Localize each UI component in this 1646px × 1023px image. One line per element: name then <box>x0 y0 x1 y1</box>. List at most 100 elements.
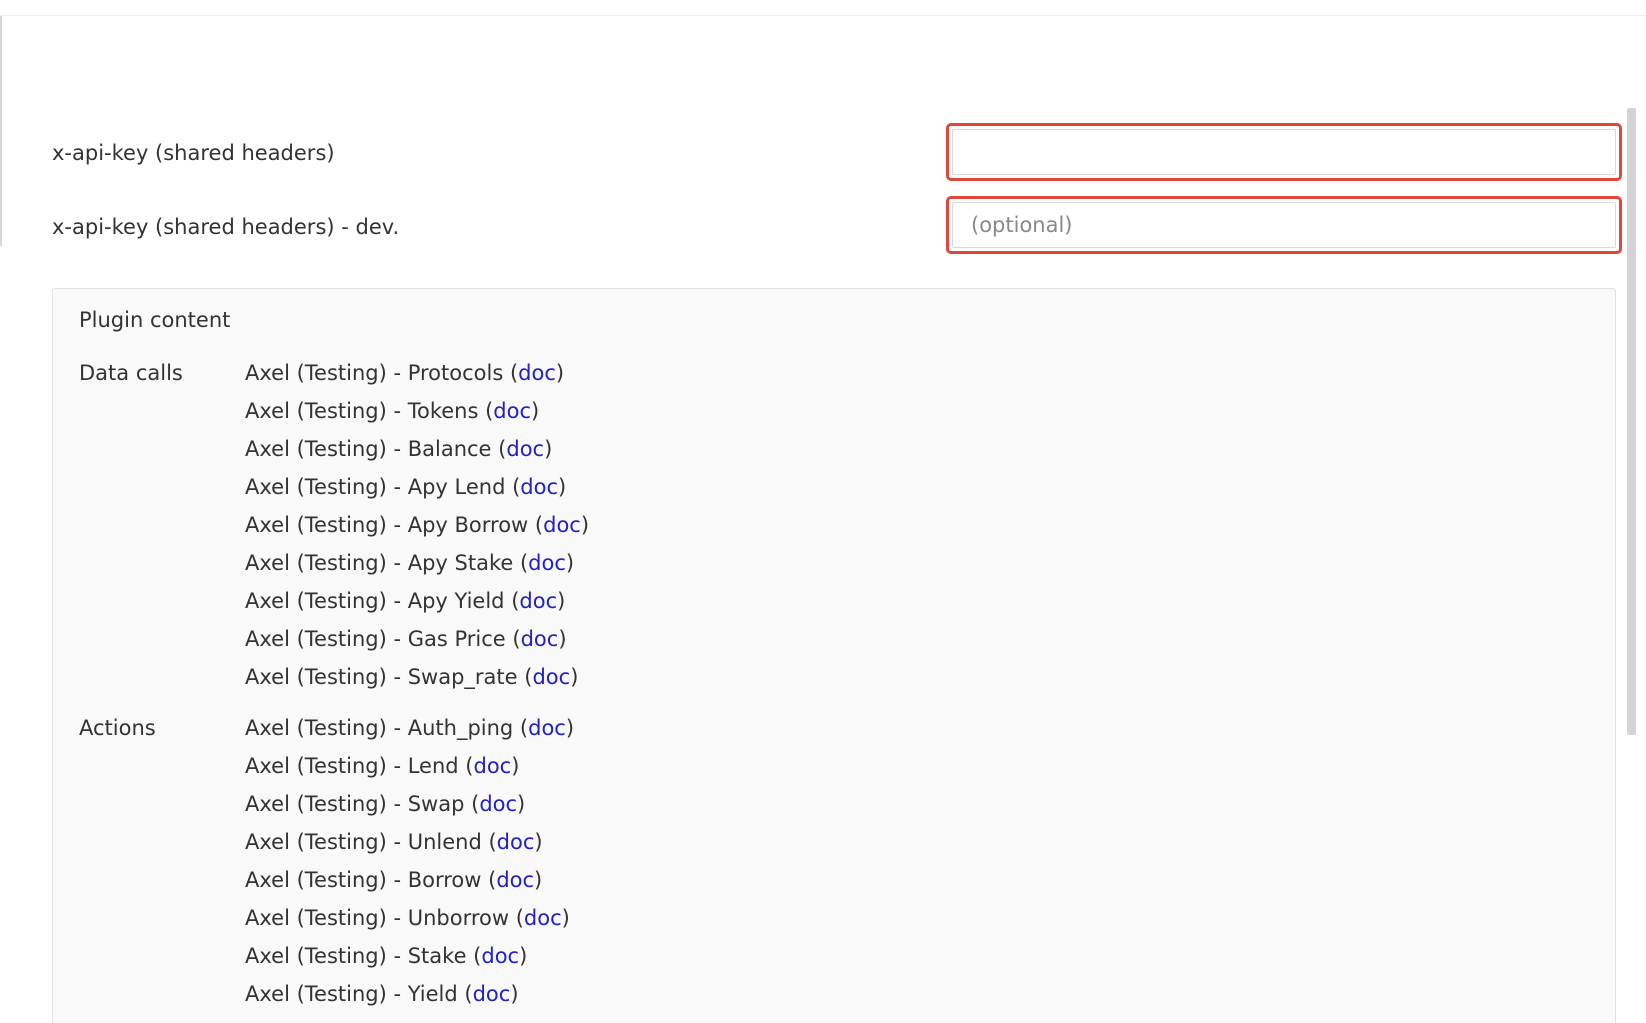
list-item-name: Axel (Testing) - Apy Stake <box>245 551 514 575</box>
paren-open: ( <box>503 361 519 385</box>
paren-open: ( <box>504 589 520 613</box>
paren-close: ) <box>557 589 566 613</box>
doc-link[interactable]: doc <box>497 830 535 854</box>
paren-open: ( <box>528 513 544 537</box>
doc-link[interactable]: doc <box>496 868 534 892</box>
left-divider <box>0 16 2 246</box>
paren-open: ( <box>464 792 480 816</box>
list-item-name: Axel (Testing) - Protocols <box>245 361 504 385</box>
paren-open: ( <box>466 944 482 968</box>
list-item-name: Axel (Testing) - Apy Borrow <box>245 513 529 537</box>
doc-link[interactable]: doc <box>528 551 566 575</box>
paren-close: ) <box>510 982 519 1006</box>
doc-link[interactable]: doc <box>518 361 556 385</box>
list-item: Axel (Testing) - Gas Price (doc) <box>245 620 589 658</box>
list-item-name: Axel (Testing) - Borrow <box>245 868 482 892</box>
paren-close: ) <box>555 361 565 385</box>
paren-close: ) <box>570 665 579 689</box>
paren-open: ( <box>457 982 473 1006</box>
paren-close: ) <box>544 437 553 461</box>
paren-open: ( <box>513 716 529 740</box>
plugin-settings-page: x-api-key (shared headers) x-api-key (sh… <box>0 0 1646 1023</box>
paren-open: ( <box>478 399 494 423</box>
api-key-label: x-api-key (shared headers) <box>52 141 335 165</box>
list-item: Axel (Testing) - Auth_ping (doc) <box>245 709 574 747</box>
list-item-name: Axel (Testing) - Swap_rate <box>245 665 518 689</box>
doc-link[interactable]: doc <box>506 437 544 461</box>
doc-link[interactable]: doc <box>520 475 558 499</box>
doc-link[interactable]: doc <box>543 513 581 537</box>
paren-close: ) <box>558 627 567 651</box>
doc-link[interactable]: doc <box>519 589 557 613</box>
paren-open: ( <box>517 665 533 689</box>
paren-close: ) <box>534 830 543 854</box>
paren-close: ) <box>511 754 520 778</box>
list-item-name: Axel (Testing) - Apy Yield <box>245 589 505 613</box>
api-key-dev-label: x-api-key (shared headers) - dev. <box>52 215 400 239</box>
list-item: Axel (Testing) - Swap_rate (doc) <box>245 658 589 696</box>
paren-open: ( <box>509 906 524 930</box>
actions-label: Actions <box>79 716 156 740</box>
doc-link[interactable]: doc <box>481 944 519 968</box>
data-calls-list: Axel (Testing) - Protocols (doc) Axel (Te… <box>245 354 589 696</box>
list-item: Axel (Testing) - Apy Lend (doc) <box>245 468 589 506</box>
top-divider <box>0 15 1646 16</box>
paren-close: ) <box>565 716 575 740</box>
list-item: Axel (Testing) - Swap (doc) <box>245 785 574 823</box>
list-item-name: Axel (Testing) - Balance <box>245 437 492 461</box>
doc-link[interactable]: doc <box>479 792 517 816</box>
list-item: Axel (Testing) - Apy Yield (doc) <box>245 582 589 620</box>
list-item: Axel (Testing) - Yield (doc) <box>245 975 574 1013</box>
vertical-scrollbar[interactable] <box>1627 108 1636 735</box>
api-key-dev-input[interactable] <box>952 202 1616 248</box>
paren-open: ( <box>481 868 497 892</box>
paren-close: ) <box>519 944 528 968</box>
paren-close: ) <box>558 475 567 499</box>
list-item: Axel (Testing) - Borrow (doc) <box>245 861 574 899</box>
doc-link[interactable]: doc <box>532 665 570 689</box>
api-key-dev-input-wrapper <box>946 196 1622 254</box>
api-key-input-wrapper <box>946 123 1622 181</box>
list-item: Axel (Testing) - Apy Borrow (doc) <box>245 506 589 544</box>
paren-close: ) <box>531 399 540 423</box>
doc-link[interactable]: doc <box>528 716 566 740</box>
list-item-name: Axel (Testing) - Unborrow <box>245 906 510 930</box>
list-item-name: Axel (Testing) - Yield <box>245 982 458 1006</box>
list-item-name: Axel (Testing) - Lend <box>245 754 459 778</box>
paren-open: ( <box>505 475 521 499</box>
list-item: Axel (Testing) - Tokens (doc) <box>245 392 589 430</box>
list-item: Axel (Testing) - Stake (doc) <box>245 937 574 975</box>
list-item-name: Axel (Testing) - Swap <box>245 792 465 816</box>
list-item-name: Axel (Testing) - Tokens <box>245 399 479 423</box>
doc-link[interactable]: doc <box>493 399 531 423</box>
list-item-name: Axel (Testing) - Unlend <box>245 830 482 854</box>
paren-open: ( <box>491 437 507 461</box>
plugin-content-panel: Plugin content Data calls Axel (Testing)… <box>52 288 1616 1023</box>
list-item: Axel (Testing) - Apy Stake (doc) <box>245 544 589 582</box>
list-item: Axel (Testing) - Balance (doc) <box>245 430 589 468</box>
data-calls-label: Data calls <box>79 361 183 385</box>
paren-close: ) <box>534 868 543 892</box>
actions-list: Axel (Testing) - Auth_ping (doc) Axel (Te… <box>245 709 574 1013</box>
doc-link[interactable]: doc <box>473 982 511 1006</box>
doc-link[interactable]: doc <box>473 754 511 778</box>
list-item-name: Axel (Testing) - Gas Price <box>245 627 506 651</box>
list-item: Axel (Testing) - Protocols (doc) <box>245 354 589 392</box>
list-item-name: Axel (Testing) - Apy Lend <box>245 475 506 499</box>
paren-close: ) <box>565 551 575 575</box>
paren-open: ( <box>513 551 529 575</box>
list-item: Axel (Testing) - Lend (doc) <box>245 747 574 785</box>
paren-open: ( <box>505 627 521 651</box>
api-key-input[interactable] <box>952 129 1616 175</box>
list-item: Axel (Testing) - Unlend (doc) <box>245 823 574 861</box>
doc-link[interactable]: doc <box>521 627 559 651</box>
paren-open: ( <box>481 830 497 854</box>
paren-open: ( <box>458 754 474 778</box>
paren-close: ) <box>517 792 526 816</box>
list-item-name: Axel (Testing) - Auth_ping <box>245 716 514 740</box>
doc-link[interactable]: doc <box>524 906 562 930</box>
list-item-name: Axel (Testing) - Stake <box>245 944 467 968</box>
plugin-content-title: Plugin content <box>79 308 231 332</box>
paren-close: ) <box>561 906 570 930</box>
list-item: Axel (Testing) - Unborrow (doc) <box>245 899 574 937</box>
